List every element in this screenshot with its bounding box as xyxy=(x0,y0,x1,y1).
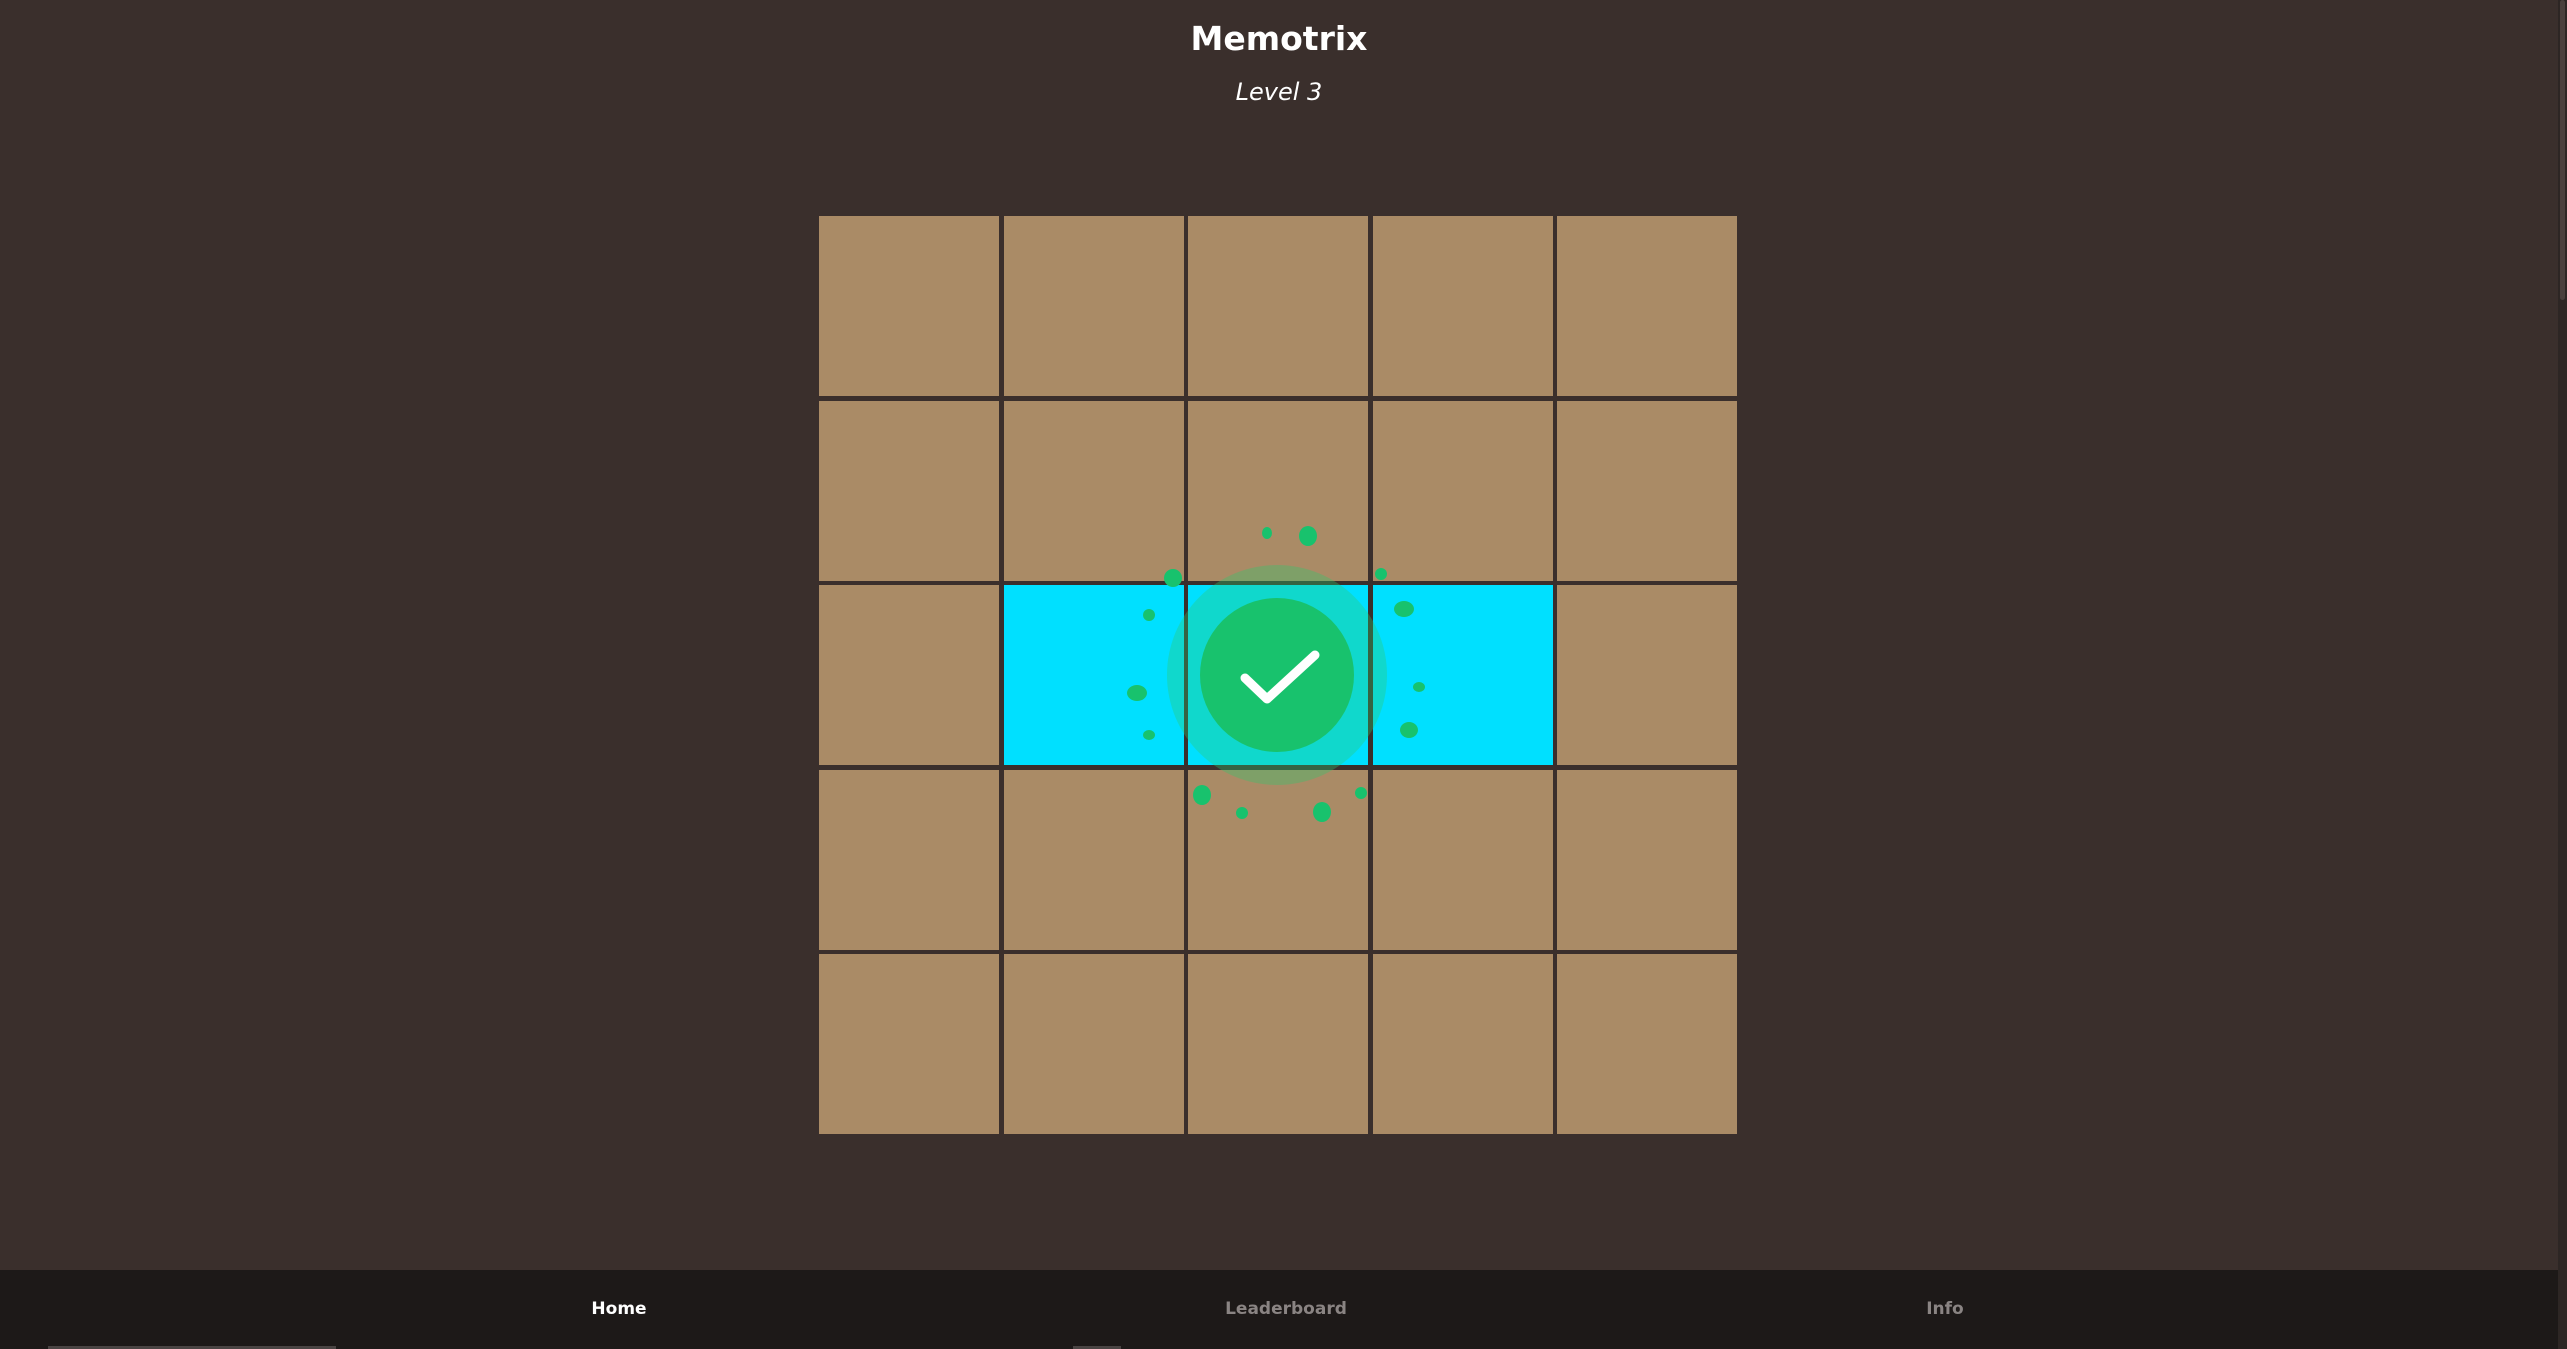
grid-cell[interactable] xyxy=(1557,954,1737,1134)
grid-cell-active[interactable] xyxy=(1372,585,1553,765)
bottom-nav: Home Leaderboard Info xyxy=(0,1270,2558,1349)
grid-cell[interactable] xyxy=(1372,769,1553,950)
grid-cell[interactable] xyxy=(1372,216,1553,396)
grid-cell[interactable] xyxy=(1372,954,1553,1134)
grid-cell[interactable] xyxy=(819,585,999,765)
grid-cell[interactable] xyxy=(819,769,999,950)
grid-cell-active[interactable] xyxy=(1003,585,1184,765)
grid-cell[interactable] xyxy=(1557,216,1737,396)
grid-cell[interactable] xyxy=(1003,769,1184,950)
grid-cell-active[interactable] xyxy=(1188,585,1368,765)
grid-cell[interactable] xyxy=(1557,400,1737,581)
grid-cell[interactable] xyxy=(1188,954,1368,1134)
grid-cell[interactable] xyxy=(1188,400,1368,581)
grid-cell[interactable] xyxy=(819,954,999,1134)
grid-cell[interactable] xyxy=(1372,400,1553,581)
scrollbar-thumb[interactable] xyxy=(2560,0,2565,300)
scrollbar[interactable] xyxy=(2558,0,2567,1349)
grid-cell[interactable] xyxy=(819,400,999,581)
grid-cell[interactable] xyxy=(1557,585,1737,765)
grid-cell[interactable] xyxy=(1003,216,1184,396)
nav-info[interactable]: Info xyxy=(1845,1270,2045,1349)
memory-grid xyxy=(819,216,1737,1134)
nav-leaderboard[interactable]: Leaderboard xyxy=(1186,1270,1386,1349)
nav-home[interactable]: Home xyxy=(519,1270,719,1349)
grid-cell[interactable] xyxy=(1188,769,1368,950)
app-title: Memotrix xyxy=(1190,19,1368,58)
game-screen: Memotrix Level 3 Home Leaderboard Info xyxy=(0,0,2567,1349)
grid-cell[interactable] xyxy=(1003,954,1184,1134)
grid-cell[interactable] xyxy=(819,216,999,396)
grid-cell[interactable] xyxy=(1557,769,1737,950)
grid-cell[interactable] xyxy=(1188,216,1368,396)
level-label: Level 3 xyxy=(1235,78,1323,106)
grid-cell[interactable] xyxy=(1003,400,1184,581)
